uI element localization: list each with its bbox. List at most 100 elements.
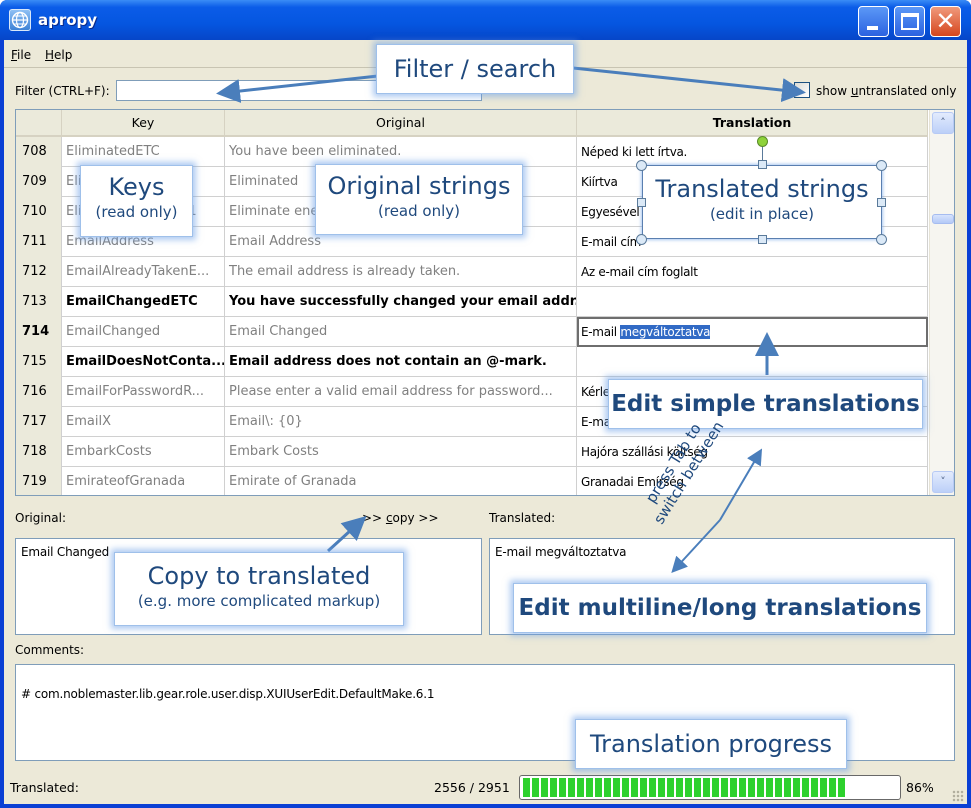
shape-handle — [636, 234, 647, 245]
shape-rotate-stem — [762, 146, 763, 160]
scroll-down-button[interactable]: ˅ — [932, 471, 954, 493]
translation-cell[interactable] — [577, 347, 928, 377]
row-number: 718 — [16, 437, 62, 467]
comments-label: Comments: — [15, 643, 85, 657]
filter-label: Filter (CTRL+F): — [15, 84, 110, 98]
row-number: 719 — [16, 467, 62, 495]
callout-edit-multiline: Edit multiline/long translations — [513, 583, 927, 633]
original-cell[interactable]: The email address is already taken. — [225, 257, 577, 287]
translation-cell[interactable]: Néped ki lett írtva. — [577, 137, 928, 167]
row-number: 714 — [16, 317, 62, 347]
shape-handle — [758, 160, 767, 169]
scroll-up-button[interactable]: ˄ — [932, 112, 954, 134]
original-cell[interactable]: You have successfully changed your email… — [225, 287, 577, 317]
copy-part: opy >> — [392, 511, 439, 525]
translation-cell[interactable]: Granadai Emírség — [577, 467, 928, 495]
callout-translated: Translated strings (edit in place) — [642, 165, 882, 239]
original-cell[interactable]: Email address does not contain an @-mark… — [225, 347, 577, 377]
original-cell[interactable]: Emirate of Granada — [225, 467, 577, 495]
copy-part: >> — [362, 511, 386, 525]
key-cell[interactable]: EmailForPasswordR... — [62, 377, 225, 407]
original-label: Original: — [15, 511, 66, 525]
shape-handle — [876, 234, 887, 245]
row-number: 709 — [16, 167, 62, 197]
row-number: 716 — [16, 377, 62, 407]
callout-original-title: Original strings — [327, 172, 511, 200]
maximize-button[interactable] — [894, 6, 925, 37]
row-number: 711 — [16, 227, 62, 257]
callout-original: Original strings (read only) — [315, 164, 523, 235]
show-untranslated-checkbox[interactable] — [794, 82, 810, 98]
column-header-key[interactable]: Key — [62, 110, 225, 136]
table-row[interactable]: 719 EmirateofGranada Emirate of Granada Gra… — [16, 467, 928, 495]
callout-edit-simple: Edit simple translations — [608, 379, 923, 429]
callout-original-subtitle: (read only) — [378, 202, 460, 220]
column-header-number[interactable] — [16, 110, 62, 136]
table-scrollbar[interactable]: ˄ ˅ — [929, 110, 954, 495]
key-cell[interactable]: EmailDoesNotConta... — [62, 347, 225, 377]
copy-button[interactable]: >> copy >> — [362, 511, 439, 525]
callout-translated-subtitle: (edit in place) — [709, 205, 815, 223]
callout-keys-title: Keys — [108, 173, 165, 201]
row-number: 708 — [16, 137, 62, 167]
copy-mnemonic: c — [385, 511, 393, 525]
row-number: 710 — [16, 197, 62, 227]
original-cell[interactable]: Please enter a valid email address for p… — [225, 377, 577, 407]
window-title: apropy — [38, 11, 98, 29]
key-cell[interactable]: EmailChanged — [62, 317, 225, 347]
original-cell[interactable]: Email\: {0} — [225, 407, 577, 437]
close-button[interactable]: ✕ — [930, 6, 961, 37]
table-row[interactable]: 712 EmailAlreadyTakenE... The email addres… — [16, 257, 928, 287]
callout-copy-title: Copy to translated — [147, 562, 371, 590]
column-header-original[interactable]: Original — [225, 110, 577, 136]
table-row[interactable]: 708 EliminatedETC You have been eliminated… — [16, 137, 928, 167]
table-row[interactable]: 718 EmbarkCosts Embark Costs Hajóra szállás… — [16, 437, 928, 467]
translation-cell-editor[interactable]: E-mail megváltoztatva — [577, 317, 928, 347]
label-part: show — [816, 84, 851, 98]
table-row[interactable]: 714 EmailChanged Email Changed E-mail megvá… — [16, 317, 928, 347]
minimize-icon — [867, 26, 878, 30]
key-cell[interactable]: EmbarkCosts — [62, 437, 225, 467]
callout-edit-simple-text: Edit simple translations — [611, 391, 920, 417]
translation-cell[interactable]: Az e-mail cím foglalt — [577, 257, 928, 287]
minimize-button[interactable] — [858, 6, 889, 37]
progress-fill — [523, 778, 845, 797]
row-number: 715 — [16, 347, 62, 377]
callout-progress: Translation progress — [575, 719, 847, 769]
table-row[interactable]: 713 EmailChangedETC You have successfully … — [16, 287, 928, 317]
menu-help-label: elp — [54, 48, 73, 62]
column-header-translation[interactable]: Translation — [577, 110, 928, 136]
translation-selected-text: megváltoztatva — [620, 325, 711, 339]
table-header: Key Original Translation — [16, 110, 928, 137]
key-cell[interactable]: EliminatedETC — [62, 137, 225, 167]
shape-handle — [876, 160, 887, 171]
key-cell[interactable]: EmailX — [62, 407, 225, 437]
menu-file[interactable]: File — [11, 48, 31, 62]
original-cell[interactable]: You have been eliminated. — [225, 137, 577, 167]
original-cell[interactable]: Embark Costs — [225, 437, 577, 467]
chevron-up-icon: ˄ — [940, 116, 946, 129]
shape-handle — [636, 160, 647, 171]
menu-help[interactable]: Help — [45, 48, 72, 62]
title-bar[interactable]: apropy ✕ — [0, 0, 971, 40]
original-cell[interactable]: Email Changed — [225, 317, 577, 347]
key-cell[interactable]: EmirateofGranada — [62, 467, 225, 495]
translation-cell[interactable] — [577, 287, 928, 317]
translated-count: 2556 / 2951 — [434, 780, 510, 795]
show-untranslated-label[interactable]: show untranslated only — [816, 84, 956, 98]
callout-filter: Filter / search — [376, 44, 574, 94]
translation-text: E-mail — [581, 325, 621, 339]
row-number: 713 — [16, 287, 62, 317]
callout-progress-text: Translation progress — [589, 730, 832, 758]
shape-handle — [637, 198, 646, 207]
callout-keys: Keys (read only) — [80, 165, 193, 237]
row-number: 717 — [16, 407, 62, 437]
resize-grip[interactable] — [952, 790, 964, 802]
translation-cell[interactable]: Hajóra szállási költség — [577, 437, 928, 467]
scroll-thumb[interactable] — [932, 214, 954, 224]
row-number: 712 — [16, 257, 62, 287]
key-cell[interactable]: EmailAlreadyTakenE... — [62, 257, 225, 287]
callout-keys-subtitle: (read only) — [95, 203, 178, 221]
key-cell[interactable]: EmailChangedETC — [62, 287, 225, 317]
table-row[interactable]: 715 EmailDoesNotConta... Email address doe… — [16, 347, 928, 377]
